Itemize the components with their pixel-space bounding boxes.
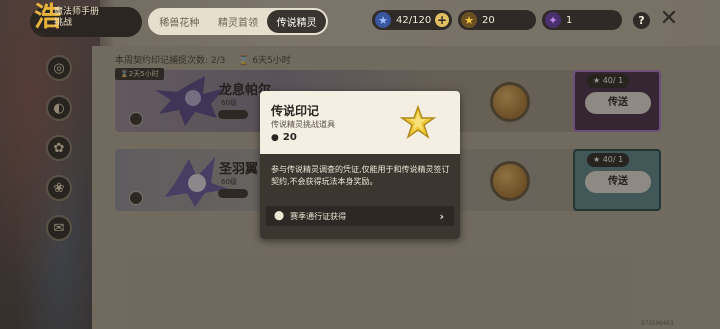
blue-star-icon: ★ (375, 12, 391, 28)
item-tooltip: 传说印记 传说精灵挑战道具 ● 20 参与传说精灵调查的凭证,仅能用于和传说精灵… (260, 91, 460, 239)
category-tabs: 稀兽花种 精灵首领 传说精灵 (148, 8, 328, 35)
resource-purple-star: ✦ 1 (542, 10, 622, 30)
resource-blue-star: ★ 42/120 + (372, 10, 452, 30)
add-resource-button[interactable]: + (435, 13, 449, 27)
logo-text: 魔法师手册 挑战 (54, 7, 100, 28)
close-button[interactable]: ✕ (658, 8, 680, 30)
location-pin-icon: ⬤ (274, 211, 285, 221)
legend-star-icon (400, 105, 436, 139)
build-id: 973500463 (641, 320, 674, 327)
help-button[interactable]: ? (633, 12, 650, 29)
chevron-right-icon: › (439, 209, 444, 223)
tooltip-source-text: 赛季通行证获得 (290, 211, 347, 221)
tooltip-source-row[interactable]: ⬤ 赛季通行证获得 › (266, 206, 454, 226)
tab-rare-seeds[interactable]: 稀兽花种 (150, 10, 209, 33)
pouch-icon: ● (271, 132, 279, 143)
resource-gold-star: ★ 20 (458, 10, 536, 30)
tooltip-body: 参与传说精灵调查的凭证,仅能用于和传说精灵签订契约,不会获得玩法本身奖励。 ⬤ … (260, 154, 460, 239)
tooltip-subtitle: 传说精灵挑战道具 (271, 120, 335, 129)
tooltip-header: 传说印记 传说精灵挑战道具 ● 20 (260, 91, 460, 154)
tooltip-description: 参与传说精灵调查的凭证,仅能用于和传说精灵签订契约,不会获得玩法本身奖励。 (271, 165, 450, 186)
gold-star-icon: ★ (461, 12, 477, 28)
purple-star-icon: ✦ (545, 12, 561, 28)
tab-legend-spirits[interactable]: 传说精灵 (267, 10, 327, 33)
tab-spirit-leaders[interactable]: 精灵首领 (209, 10, 268, 33)
tooltip-owned-count: ● 20 (271, 132, 297, 143)
tooltip-title: 传说印记 (271, 104, 320, 118)
